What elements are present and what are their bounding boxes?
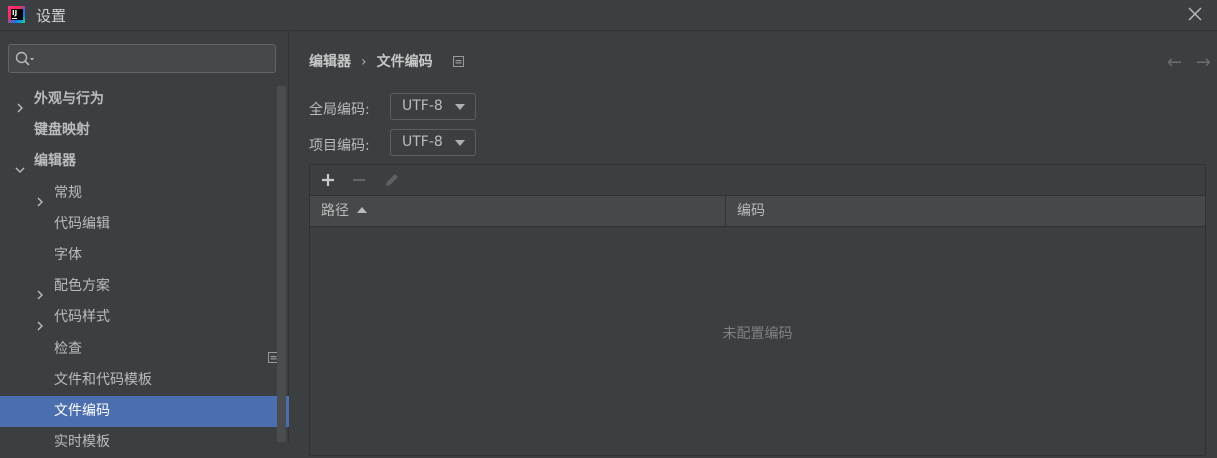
sidebar-item[interactable]: 代码编辑 bbox=[0, 209, 276, 240]
edit-icon[interactable] bbox=[383, 171, 401, 189]
forward-arrow-icon[interactable]: → bbox=[1196, 52, 1211, 73]
sidebar-item-label: 外观与行为 bbox=[34, 91, 104, 107]
project-encoding-value: UTF-8 bbox=[402, 134, 443, 150]
sidebar-item[interactable]: 常规 bbox=[0, 178, 276, 209]
breadcrumb-current: 文件编码 bbox=[376, 54, 433, 70]
global-encoding-value: UTF-8 bbox=[402, 98, 443, 114]
breadcrumb-separator: › bbox=[361, 54, 367, 70]
sidebar-item-label: 常规 bbox=[54, 184, 82, 201]
sidebar-item[interactable]: 字体 bbox=[0, 240, 276, 271]
close-icon[interactable] bbox=[1187, 6, 1203, 22]
column-header-encoding[interactable]: 编码 bbox=[727, 196, 765, 226]
add-icon[interactable] bbox=[319, 171, 337, 189]
sidebar-item-label: 检查 bbox=[54, 340, 82, 357]
dropdown-arrow-icon bbox=[455, 104, 465, 110]
column-header-path[interactable]: 路径 bbox=[310, 196, 726, 226]
settings-content: 编辑器 › 文件编码 ← → 全局编码: UTF-8 项目编码: UTF-8 路… bbox=[289, 31, 1217, 456]
encoding-table-panel: 路径 编码 未配置编码 bbox=[309, 164, 1206, 456]
sidebar-item[interactable]: 文件和代码模板 bbox=[0, 365, 276, 396]
search-input[interactable] bbox=[43, 49, 273, 70]
chevron-right-icon[interactable] bbox=[35, 312, 45, 331]
sidebar-item[interactable]: 编辑器 bbox=[0, 146, 276, 177]
sidebar-item-label: 代码编辑 bbox=[54, 215, 110, 232]
sidebar-item-label: 文件编码 bbox=[54, 402, 110, 419]
sidebar-item[interactable]: 键盘映射 bbox=[0, 115, 276, 146]
chevron-right-icon[interactable] bbox=[35, 281, 45, 300]
sidebar-item-label: 键盘映射 bbox=[34, 122, 90, 139]
sidebar-item-label: 实时模板 bbox=[54, 434, 110, 451]
sidebar-item[interactable]: 外观与行为 bbox=[0, 84, 276, 115]
table-body[interactable]: 未配置编码 bbox=[310, 227, 1205, 455]
sidebar-item[interactable]: 实时模板 bbox=[0, 427, 276, 458]
app-icon: IJ bbox=[8, 6, 25, 23]
table-header: 路径 编码 bbox=[310, 196, 1205, 227]
table-toolbar bbox=[310, 165, 1205, 196]
settings-search[interactable] bbox=[8, 44, 276, 73]
project-level-icon bbox=[453, 55, 465, 71]
window-title: 设置 bbox=[36, 7, 67, 25]
sidebar-item-label: 编辑器 bbox=[34, 153, 76, 170]
project-encoding-label: 项目编码: bbox=[309, 138, 370, 154]
navigation-arrows: ← → bbox=[1153, 52, 1211, 73]
chevron-down-icon[interactable] bbox=[15, 156, 25, 174]
column-header-path-label: 路径 bbox=[321, 203, 349, 219]
breadcrumb-parent[interactable]: 编辑器 bbox=[309, 51, 351, 71]
search-icon bbox=[15, 51, 37, 71]
sidebar-item[interactable]: 检查 bbox=[0, 334, 279, 365]
settings-tree: 外观与行为键盘映射编辑器常规代码编辑字体配色方案代码样式检查文件和代码模板 文件编… bbox=[0, 84, 342, 458]
sidebar-item[interactable]: 配色方案 bbox=[0, 271, 276, 302]
global-encoding-label: 全局编码: bbox=[309, 102, 370, 118]
global-encoding-select[interactable]: UTF-8 bbox=[390, 93, 476, 120]
remove-icon[interactable] bbox=[350, 171, 368, 189]
chevron-right-icon[interactable] bbox=[15, 94, 25, 113]
sort-ascending-icon bbox=[357, 207, 367, 213]
column-header-encoding-label: 编码 bbox=[737, 203, 765, 219]
sidebar-item-label: 配色方案 bbox=[54, 278, 110, 295]
breadcrumb: 编辑器 › 文件编码 bbox=[309, 51, 465, 71]
sidebar-item[interactable]: 代码样式 bbox=[0, 302, 276, 333]
chevron-right-icon[interactable] bbox=[35, 188, 45, 207]
sidebar-item-label: 文件和代码模板 bbox=[54, 371, 152, 388]
dropdown-arrow-icon bbox=[455, 140, 465, 146]
project-encoding-select[interactable]: UTF-8 bbox=[390, 129, 476, 156]
empty-state-text: 未配置编码 bbox=[722, 326, 793, 342]
sidebar-item-label: 代码样式 bbox=[54, 309, 110, 326]
sidebar-scrollbar[interactable] bbox=[277, 86, 286, 442]
back-arrow-icon[interactable]: ← bbox=[1167, 52, 1182, 73]
sidebar-item-label: 字体 bbox=[54, 246, 82, 263]
settings-sidebar: 外观与行为键盘映射编辑器常规代码编辑字体配色方案代码样式检查文件和代码模板 文件编… bbox=[0, 31, 342, 450]
title-bar: IJ 设置 bbox=[0, 0, 1217, 31]
